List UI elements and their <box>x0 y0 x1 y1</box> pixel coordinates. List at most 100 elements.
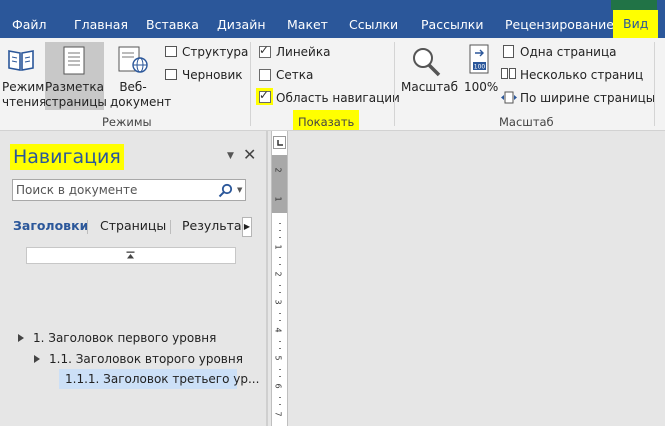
tab-design[interactable]: Дизайн <box>217 11 266 38</box>
heading-item-selected[interactable]: 1.1.1. Заголовок третьего ур... <box>59 369 259 389</box>
expanded-triangle-icon <box>34 355 40 363</box>
web-document-label-1: Веб- <box>119 80 147 94</box>
close-icon[interactable]: ✕ <box>243 145 256 164</box>
ruler-tick <box>279 264 281 265</box>
page-width-label: По ширине страницы <box>520 91 656 105</box>
navigation-pane-label: Область навигации <box>276 91 400 105</box>
ruler-tick <box>279 313 281 314</box>
collapse-up-icon <box>126 251 135 259</box>
ruler-number: 6 <box>273 383 283 389</box>
ruler-tick <box>279 397 281 398</box>
ruler-number: 4 <box>273 327 283 333</box>
ruler-checkbox-box: ✓ <box>259 43 271 58</box>
multiple-pages-label: Несколько страниц <box>520 68 644 82</box>
search-icon[interactable] <box>218 183 233 198</box>
navigation-pane-checkbox-box: ✓ <box>259 88 271 103</box>
page-layout-label-2: страницы <box>45 95 107 109</box>
tab-insert[interactable]: Вставка <box>146 11 199 38</box>
page-layout-label-1: Разметка <box>45 80 104 94</box>
title-bar-accent <box>611 0 657 10</box>
open-book-icon <box>8 50 34 71</box>
draft-label: Черновик <box>182 68 243 82</box>
tab-review[interactable]: Рецензирование <box>505 11 614 38</box>
tab-headings[interactable]: Заголовки <box>13 218 88 233</box>
ruler-tick <box>279 348 281 349</box>
ruler-tick <box>279 237 281 238</box>
web-page-icon <box>118 46 148 73</box>
ruler-number: 2 <box>273 271 283 277</box>
outline-icon <box>165 46 177 57</box>
navigation-pane-title: Навигация <box>10 144 124 170</box>
search-placeholder: Поиск в документе <box>16 183 138 197</box>
group-label-show: Показать <box>298 115 355 129</box>
left-tab-icon <box>277 140 283 146</box>
expanded-triangle-icon <box>18 334 24 342</box>
checkmark-icon: ✓ <box>259 43 270 57</box>
ruler-tick <box>279 404 281 405</box>
draft-icon <box>165 69 177 80</box>
tab-divider <box>87 220 88 234</box>
ruler-margin <box>272 155 287 213</box>
read-mode-label-1: Режим <box>2 80 45 94</box>
ruler-number: 5 <box>273 355 283 361</box>
group-label-modes: Режимы <box>102 115 152 129</box>
ribbon-view: Режим чтения Разметка страницы Веб- доку… <box>0 38 665 131</box>
page-icon <box>63 46 85 75</box>
multiple-pages-icon <box>509 68 516 79</box>
multiple-pages-icon <box>501 68 508 79</box>
checkmark-icon: ✓ <box>259 88 270 102</box>
ruler-label: Линейка <box>276 45 331 59</box>
search-input[interactable]: Поиск в документе ▼ <box>12 179 246 201</box>
ruler-tick <box>279 230 281 231</box>
pane-splitter[interactable] <box>266 131 268 426</box>
outline-label: Структура <box>182 45 249 59</box>
tab-file[interactable]: Файл <box>12 11 47 38</box>
vertical-ruler: 2 1 1 2 3 4 5 6 7 <box>271 131 288 426</box>
chevron-down-icon[interactable]: ▼ <box>237 186 242 194</box>
one-page-icon <box>503 45 514 58</box>
web-document-label-2: документ <box>110 95 172 109</box>
grid-checkbox-box <box>259 69 271 81</box>
tab-view[interactable]: Вид <box>613 10 659 38</box>
tab-results[interactable]: Результаты <box>182 218 242 233</box>
ruler-number: 1 <box>273 196 283 202</box>
grid-label: Сетка <box>276 68 314 82</box>
document-area[interactable] <box>290 131 665 426</box>
group-label-zoom: Масштаб <box>499 115 554 129</box>
zoom-100-label: 100% <box>464 80 499 94</box>
ruler-number: 3 <box>273 299 283 305</box>
ruler-tick <box>279 341 281 342</box>
heading-level-3: 1.1.1. Заголовок третьего ур... <box>65 372 260 386</box>
tab-mailings[interactable]: Рассылки <box>421 11 483 38</box>
one-page-label: Одна страница <box>520 45 617 59</box>
tab-pages[interactable]: Страницы <box>100 218 166 233</box>
tab-references[interactable]: Ссылки <box>349 11 398 38</box>
group-separator <box>250 42 251 126</box>
page-layout-button[interactable]: Разметка страницы <box>45 42 107 110</box>
collapse-all-button[interactable] <box>26 247 236 264</box>
heading-level-2: 1.1. Заголовок второго уровня <box>49 352 243 366</box>
heading-level-1: 1. Заголовок первого уровня <box>33 331 217 345</box>
page-100-icon: 100 <box>469 44 489 74</box>
group-separator <box>394 42 395 126</box>
tab-divider <box>170 220 171 234</box>
ruler-tick <box>279 292 281 293</box>
pane-options-dropdown-icon[interactable]: ▼ <box>227 151 234 161</box>
ruler-tick <box>279 369 281 370</box>
navigation-pane: Навигация ▼ ✕ Поиск в документе ▼ Заголо… <box>0 131 266 426</box>
ruler-tick <box>279 285 281 286</box>
tabs-scroll-right-icon[interactable]: ▶ <box>242 217 252 237</box>
ruler-tick <box>279 223 281 224</box>
magnifier-icon <box>413 48 441 77</box>
read-mode-label-2: чтения <box>2 95 47 109</box>
ruler-tick <box>279 376 281 377</box>
tab-stop-selector[interactable] <box>273 136 286 149</box>
zoom-label: Масштаб <box>401 80 459 94</box>
ruler-number: 2 <box>273 167 283 173</box>
tab-home[interactable]: Главная <box>74 11 128 38</box>
ruler-number: 7 <box>273 411 283 417</box>
group-separator <box>654 42 655 126</box>
page-width-icon <box>501 91 517 104</box>
tab-layout[interactable]: Макет <box>287 11 328 38</box>
ruler-number: 1 <box>273 244 283 250</box>
